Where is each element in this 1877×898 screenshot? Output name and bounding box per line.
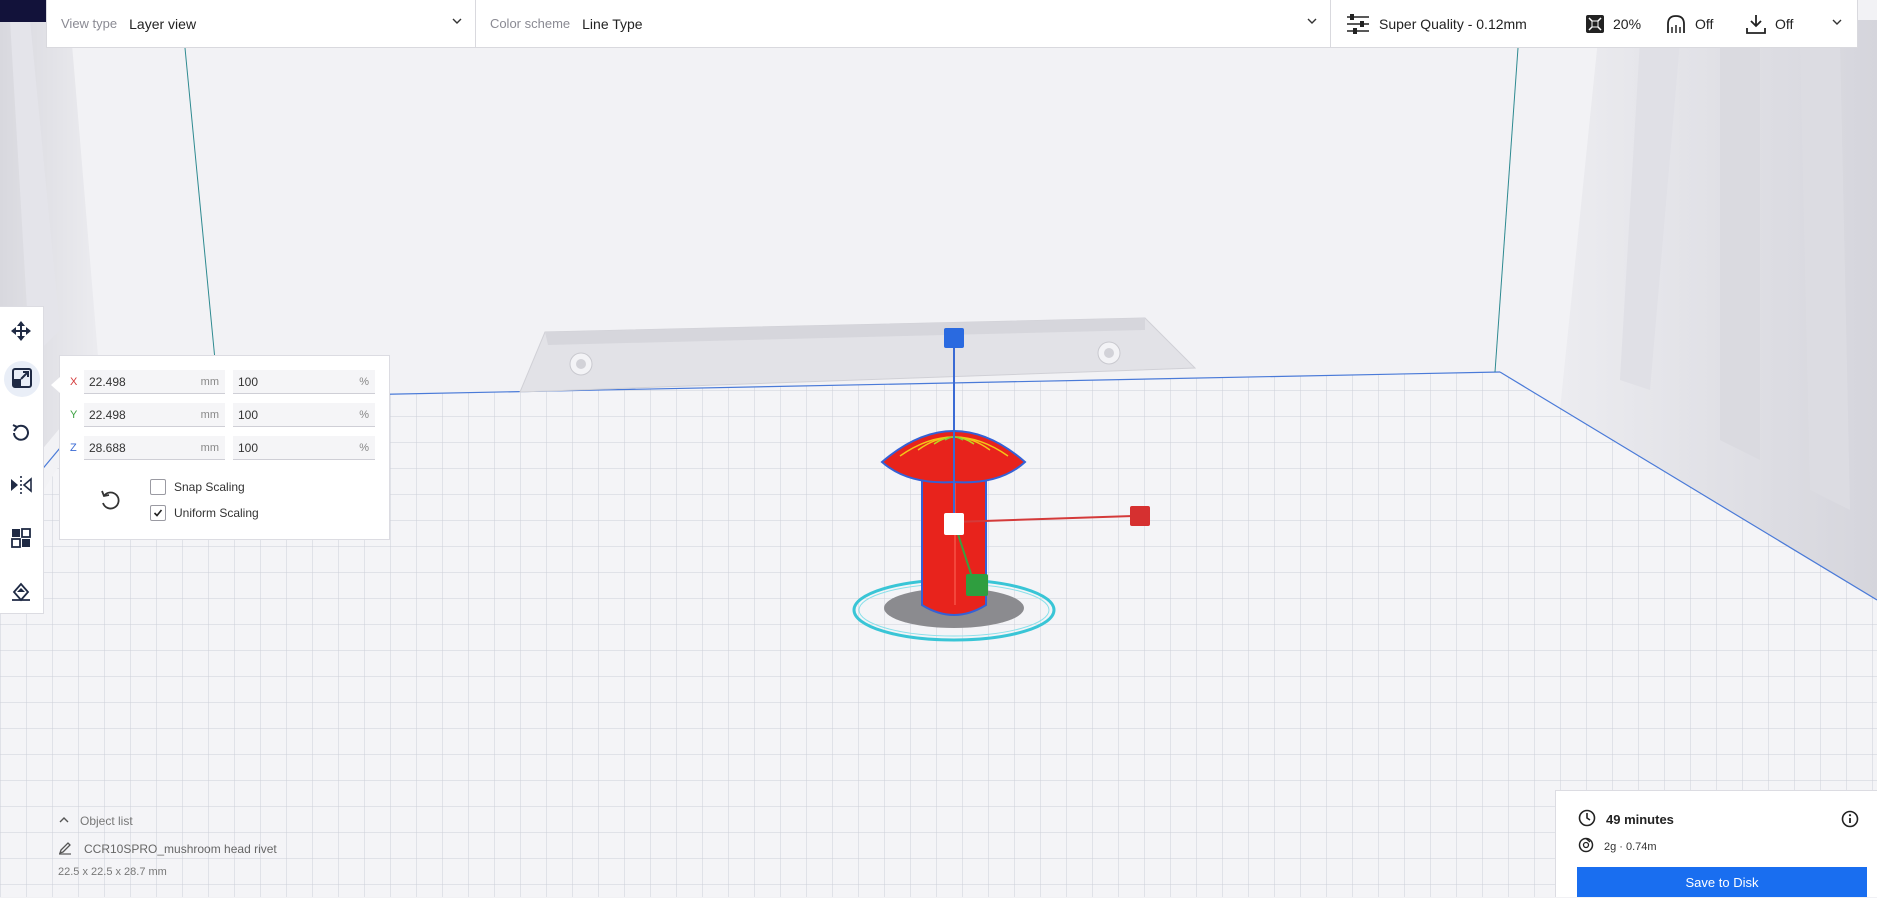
print-time: 49 minutes bbox=[1578, 809, 1674, 830]
y-axis-handle[interactable] bbox=[966, 574, 988, 596]
object-list: Object list CCR10SPRO_mushroom head rive… bbox=[58, 812, 358, 878]
object-list-item[interactable]: CCR10SPRO_mushroom head rivet bbox=[58, 840, 358, 858]
scale-tool-button[interactable] bbox=[4, 361, 40, 397]
scaling-options: Snap Scaling Uniform Scaling bbox=[150, 474, 259, 526]
view-type-value: Layer view bbox=[129, 15, 197, 32]
window-corner bbox=[0, 0, 46, 22]
y-size-field[interactable]: 22.498 mm bbox=[84, 403, 225, 427]
info-icon[interactable] bbox=[1841, 810, 1859, 831]
x-percent-value: 100 bbox=[238, 374, 259, 389]
color-scheme-value: Line Type bbox=[582, 15, 643, 32]
unit-mm: mm bbox=[200, 408, 219, 421]
support-blocker-button[interactable] bbox=[6, 577, 36, 607]
print-settings-button[interactable]: Super Quality - 0.12mm 20% Off Off bbox=[1331, 0, 1857, 47]
z-axis-handle[interactable] bbox=[944, 328, 964, 348]
color-scheme-dropdown[interactable]: Color scheme Line Type bbox=[476, 0, 1331, 47]
y-size-value: 22.498 bbox=[89, 407, 126, 422]
left-toolbar bbox=[0, 306, 44, 614]
clock-icon bbox=[1578, 809, 1596, 830]
unit-percent: % bbox=[359, 375, 369, 388]
mirror-icon bbox=[10, 474, 32, 499]
chevron-up-icon bbox=[58, 814, 70, 828]
reset-icon bbox=[98, 490, 122, 515]
view-toolbar: View type Layer view Color scheme Line T… bbox=[46, 0, 1858, 48]
uniform-scale-handle[interactable] bbox=[944, 513, 964, 535]
scale-panel: X 22.498 mm 100 % Y 22.498 mm 100 % Z 28… bbox=[51, 355, 390, 540]
uniform-scaling-checkbox[interactable]: Uniform Scaling bbox=[150, 500, 259, 526]
pencil-icon bbox=[58, 841, 72, 858]
snap-scaling-label: Snap Scaling bbox=[174, 480, 245, 494]
x-axis-handle[interactable] bbox=[1130, 506, 1150, 526]
color-scheme-label: Color scheme bbox=[489, 16, 571, 31]
unit-mm: mm bbox=[200, 441, 219, 454]
chevron-down-icon bbox=[1306, 15, 1318, 27]
scale-row-x: X 22.498 mm 100 % bbox=[70, 370, 375, 394]
support-blocker-icon bbox=[10, 580, 32, 605]
axis-z-label: Z bbox=[70, 442, 77, 454]
adhesion-icon bbox=[1745, 14, 1767, 34]
scale-row-y: Y 22.498 mm 100 % bbox=[70, 403, 375, 427]
print-profile: Super Quality - 0.12mm bbox=[1379, 15, 1527, 32]
move-tool-button[interactable] bbox=[6, 317, 36, 347]
support-icon bbox=[1665, 14, 1687, 34]
x-size-value: 22.498 bbox=[89, 374, 126, 389]
checkbox-empty-icon bbox=[150, 479, 166, 495]
axis-y-label: Y bbox=[70, 409, 78, 421]
axis-x-label: X bbox=[70, 376, 78, 388]
object-list-header: Object list bbox=[80, 814, 133, 828]
print-time-value: 49 minutes bbox=[1606, 812, 1674, 827]
move-icon bbox=[10, 320, 32, 345]
object-name: CCR10SPRO_mushroom head rivet bbox=[84, 842, 277, 856]
x-percent-field[interactable]: 100 % bbox=[233, 370, 375, 394]
unit-percent: % bbox=[359, 408, 369, 421]
sliders-icon bbox=[1345, 13, 1371, 35]
view-type-label: View type bbox=[61, 16, 118, 31]
checkmark-icon bbox=[150, 505, 166, 521]
object-list-toggle[interactable]: Object list bbox=[58, 812, 358, 830]
filament-spool-icon bbox=[1578, 837, 1594, 856]
view-type-dropdown[interactable]: View type Layer view bbox=[47, 0, 476, 47]
chevron-down-icon bbox=[1831, 16, 1843, 31]
mirror-tool-button[interactable] bbox=[6, 471, 36, 501]
support-value: Off bbox=[1695, 15, 1714, 32]
adhesion-value: Off bbox=[1775, 15, 1794, 32]
scale-icon bbox=[11, 367, 33, 392]
rotate-icon bbox=[10, 422, 32, 447]
infill-icon bbox=[1585, 14, 1605, 34]
material-usage: 2g · 0.74m bbox=[1578, 837, 1657, 856]
per-model-settings-icon bbox=[10, 527, 32, 552]
unit-mm: mm bbox=[200, 375, 219, 388]
z-percent-field[interactable]: 100 % bbox=[233, 436, 375, 460]
y-percent-value: 100 bbox=[238, 407, 259, 422]
z-size-value: 28.688 bbox=[89, 440, 126, 455]
infill-value: 20% bbox=[1613, 15, 1642, 32]
z-percent-value: 100 bbox=[238, 440, 259, 455]
reset-scale-button[interactable] bbox=[98, 488, 124, 514]
y-percent-field[interactable]: 100 % bbox=[233, 403, 375, 427]
x-size-field[interactable]: 22.498 mm bbox=[84, 370, 225, 394]
material-usage-value: 2g · 0.74m bbox=[1604, 840, 1657, 853]
chevron-down-icon bbox=[451, 15, 463, 27]
object-dimensions: 22.5 x 22.5 x 28.7 mm bbox=[58, 866, 167, 878]
save-to-disk-button[interactable]: Save to Disk bbox=[1577, 867, 1867, 897]
uniform-scaling-label: Uniform Scaling bbox=[174, 506, 259, 520]
rotate-tool-button[interactable] bbox=[6, 419, 36, 449]
z-size-field[interactable]: 28.688 mm bbox=[84, 436, 225, 460]
per-model-settings-button[interactable] bbox=[6, 524, 36, 554]
snap-scaling-checkbox[interactable]: Snap Scaling bbox=[150, 474, 259, 500]
scale-row-z: Z 28.688 mm 100 % bbox=[70, 436, 375, 460]
unit-percent: % bbox=[359, 441, 369, 454]
print-summary-panel: 49 minutes 2g · 0.74m Save to Disk bbox=[1555, 790, 1877, 897]
